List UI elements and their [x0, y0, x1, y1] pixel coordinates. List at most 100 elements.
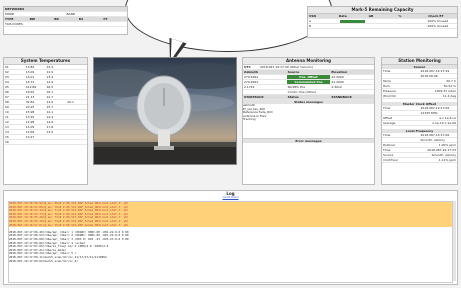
system-temperatures-title: System Temperatures [4, 58, 87, 65]
az-value: 279.6991 [244, 75, 259, 79]
temperature-cell: 13.27 [25, 135, 35, 139]
comm-pos-label: Comm. Pos (Other) [287, 90, 317, 94]
row-label: Time [383, 148, 391, 152]
system-temperatures-panel: System Temperatures 01 13.84 12.4 02 13.09 12… [3, 57, 88, 185]
col-data: Data [338, 14, 347, 18]
utc-label: UTC [244, 65, 251, 69]
temperature-cell [66, 70, 87, 74]
networks-title: NETWORKS [5, 7, 25, 11]
antenna-monitoring-title: Antenna Monitoring [243, 58, 374, 65]
temperature-cell: 16.55 [25, 90, 35, 94]
station-monitoring-title: Station Monitoring [382, 58, 457, 65]
temperature-cell: 10 [5, 110, 9, 114]
row-value: 1009.31 mbar [434, 89, 456, 93]
station-sensors: Temp 20.7 C Hum 50.54 % Pressure 1009.31 mbar… [382, 79, 457, 99]
key-value-row: Average 1.1e-10 x 1e-06 [382, 121, 457, 126]
commanded-pos-label: Commanded Pos [286, 80, 331, 84]
temperature-cell: 15.98 [25, 110, 35, 114]
tlm-codes: TLM-CODES [5, 22, 23, 26]
log-output[interactable]: 2018.067.19:16:50.92/@_sk/ 69/# 2.00_STA… [8, 201, 453, 283]
temperature-cell: 14.58 [25, 130, 35, 134]
cmd-az: 279.6991 [244, 80, 259, 84]
temperature-cell: 14.9 [46, 100, 54, 104]
networks-col-mode: MODE [5, 12, 15, 16]
row-value: 11.4 deg [442, 94, 456, 98]
temperature-cell: 12.9 [46, 80, 54, 84]
temperature-cell: 12 [5, 120, 9, 124]
col-bw: BW [29, 17, 36, 21]
offset-el: 2.3012 [331, 85, 342, 89]
clock-rows: Offset a x 1e-6 us Average 1.1e-10 x 1e-06 [382, 116, 457, 126]
state-mid: Status [287, 95, 299, 99]
temperature-cell: 12.98 [25, 120, 35, 124]
station-time-value-2: 2018.06.06 [420, 74, 438, 78]
clock-time-label: Time [383, 106, 391, 110]
antenna-webcam-image [93, 57, 237, 165]
temperature-cell: 15.7 [46, 105, 54, 109]
temperature-cell: 16.1 [46, 90, 54, 94]
temperature-cell [66, 80, 87, 84]
temperature-cell: 12.9 [46, 70, 54, 74]
temperature-cell: 01 [5, 65, 9, 69]
pct-a: 100% Unused [427, 19, 449, 23]
clock-time-value: 2018.067.19:17:06 [420, 106, 450, 110]
temperature-cell: 04 [5, 80, 9, 84]
state-right: STANDBACK [331, 95, 352, 99]
temperature-cell [66, 135, 87, 139]
temperature-cell: 11 [5, 115, 9, 119]
temperature-cell: 13.09 [25, 70, 35, 74]
row-value: 20.7 C [446, 79, 456, 83]
col-vsn: VSN [309, 14, 316, 18]
row-label: Average [383, 121, 396, 125]
offset-az: 2.1742 [244, 85, 255, 89]
log-line: 2018.067.19:17:09.62/mark5_scan/dir/nc_0… [9, 259, 79, 263]
col-pct: % [398, 14, 402, 18]
cmd-el: 21.2000 [331, 80, 344, 84]
temperature-cell [66, 110, 87, 114]
row-value: 1.11% ppm [438, 158, 456, 162]
temperature-cell: 15.05 [25, 125, 35, 129]
temperature-cell: 17.8 [46, 125, 54, 129]
temperature-cell [25, 140, 46, 144]
temperature-cell: 13.5 [46, 130, 54, 134]
temperature-cell: 07 [5, 95, 9, 99]
temperature-cell: 20.25 [25, 105, 35, 109]
col-type: TYPE [5, 17, 14, 21]
temperature-cell: 13.35 [25, 115, 35, 119]
row-value: 2018.067.19:17:23 [427, 148, 456, 152]
temperature-cell: 412.66 [25, 85, 37, 89]
temperature-cell: 16 [5, 140, 9, 144]
temperature-cell: 16.72 [25, 80, 35, 84]
temperature-cell: 08 [5, 100, 9, 104]
log-scrollbar[interactable] [453, 201, 456, 281]
col-pt: PT [103, 17, 108, 21]
temperature-cell [66, 115, 87, 119]
pos-offset-label: Pos. Offset [286, 75, 331, 79]
temperature-cell: 32.84 [25, 100, 35, 104]
temperature-cell: 15 [5, 135, 9, 139]
col-br: BR [54, 17, 59, 21]
temperature-cell: 12.7 [46, 95, 54, 99]
row-label: Pressure [383, 89, 396, 93]
freq-time-label: Time [383, 133, 391, 137]
temperature-cell: 05 [5, 85, 9, 89]
temperature-cell: 06 [5, 90, 9, 94]
freq-sub: Smooth, all/only [420, 138, 445, 142]
row-value: 1.1e-10 x 1e-06 [432, 121, 456, 125]
temperature-cell: 14.6 [46, 120, 54, 124]
el-value: 22.2000 [331, 75, 344, 79]
log-scroll-link[interactable]: (scroll down) [4, 196, 457, 199]
antenna-monitoring-panel: Antenna Monitoring UTC 2018.067.19:17:49… [242, 57, 375, 185]
col-elevation: Elevation [331, 70, 348, 74]
temperature-cell [66, 140, 87, 144]
row-value: Smooth, all/only [431, 153, 456, 157]
temperature-cell [66, 120, 87, 124]
networks-panel: NETWORKS MODE BAND TYPE BW BR B2 PT TLM-… [3, 6, 128, 35]
row-label: Source [383, 153, 394, 157]
col-gb: GB [368, 14, 374, 18]
temperature-cell: 09 [5, 105, 9, 109]
temperature-cell: 14 [5, 130, 9, 134]
temperature-cell [66, 95, 87, 99]
col-check: Check ET [428, 14, 444, 18]
temperature-cell: 14.01 [25, 75, 35, 79]
